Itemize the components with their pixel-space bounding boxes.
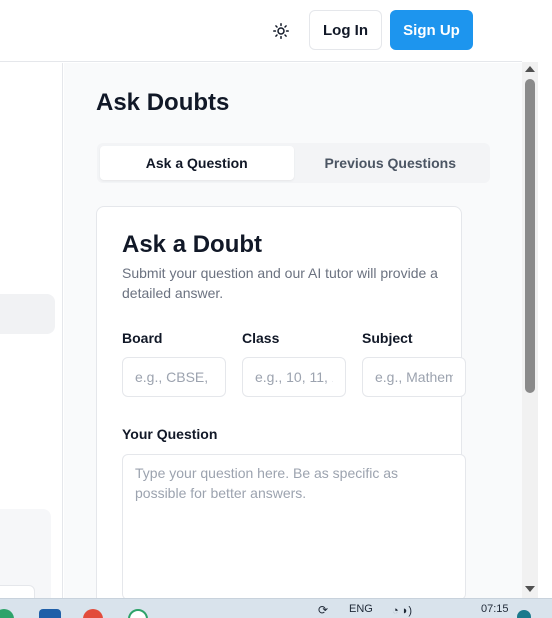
board-input[interactable]	[122, 357, 226, 397]
question-label: Your Question	[122, 426, 218, 442]
ask-doubt-card: Ask a Doubt Submit your question and our…	[96, 206, 466, 598]
browser-viewport: Log In Sign Up Ask Doubts Ask a Question…	[0, 0, 552, 598]
top-header: Log In Sign Up	[0, 0, 522, 62]
card-title: Ask a Doubt	[122, 231, 263, 258]
left-sidebar	[0, 63, 63, 598]
class-input[interactable]	[242, 357, 346, 397]
tab-ask-question[interactable]: Ask a Question	[100, 146, 294, 180]
tab-list: Ask a Question Previous Questions	[97, 143, 490, 183]
subject-input[interactable]	[362, 357, 466, 397]
sidebar-active-item[interactable]	[0, 294, 55, 334]
scroll-down-arrow-icon[interactable]	[525, 586, 535, 592]
card-subtitle: Submit your question and our AI tutor wi…	[122, 265, 438, 301]
vertical-scrollbar[interactable]	[522, 62, 538, 598]
subject-label: Subject	[362, 330, 413, 346]
sun-icon	[273, 23, 289, 39]
theme-toggle-button[interactable]	[266, 16, 296, 46]
os-taskbar: ⟳ ENG ◔ ◗) 07:15	[0, 598, 552, 618]
language-indicator[interactable]: ENG	[349, 603, 373, 615]
clock[interactable]: 07:15	[481, 603, 509, 615]
refresh-icon: ⟳	[318, 603, 329, 617]
scroll-up-arrow-icon[interactable]	[525, 66, 535, 72]
notification-icon[interactable]	[517, 610, 531, 618]
scroll-thumb[interactable]	[525, 79, 535, 393]
page-title: Ask Doubts	[96, 89, 230, 116]
question-textarea[interactable]	[122, 454, 466, 598]
chrome-icon[interactable]	[83, 609, 103, 618]
board-label: Board	[122, 330, 163, 346]
app-icon[interactable]	[128, 609, 148, 618]
class-label: Class	[242, 330, 280, 346]
wifi-icon: ◔ ◗)	[392, 605, 413, 617]
tab-previous-questions[interactable]: Previous Questions	[294, 146, 488, 180]
edge-icon[interactable]	[0, 609, 14, 618]
signup-button[interactable]: Sign Up	[390, 10, 473, 50]
main-content: Ask Doubts Ask a Question Previous Quest…	[64, 63, 522, 598]
login-button[interactable]: Log In	[309, 10, 382, 50]
sidebar-small-box	[0, 585, 35, 598]
store-icon[interactable]	[39, 609, 61, 618]
